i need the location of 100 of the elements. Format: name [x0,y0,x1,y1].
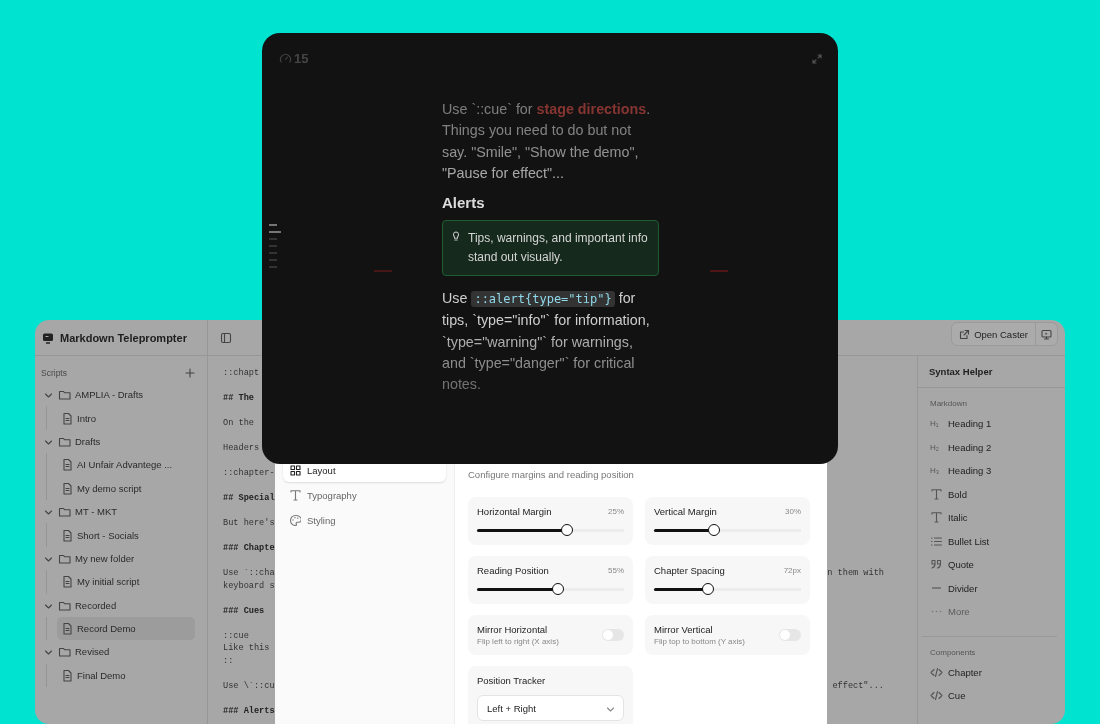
app-title: Markdown Teleprompter [60,331,187,344]
script-item[interactable]: Intro [57,406,195,430]
grid-icon [289,464,301,476]
syntax-item[interactable]: Quote [930,553,1057,577]
code-line: :: [223,654,234,667]
code-line: ### Cues [223,604,265,617]
file-icon [61,622,73,636]
toggle-switch[interactable] [779,629,801,641]
slider-thumb[interactable] [708,524,721,536]
code-line: ::chapter- [223,467,275,480]
folder-item[interactable]: MT - MKT [41,499,199,524]
code-line: ## The [223,392,254,405]
setting-value: 72px [783,566,801,575]
file-icon [61,575,73,589]
section-label: Scripts [41,368,67,378]
dropdown[interactable]: Left + Right [477,695,624,721]
dash-icon [931,587,942,590]
file-icon [61,528,73,542]
setting-label: Reading Position [477,565,549,576]
script-item[interactable]: Record Demo [57,616,195,641]
script-item[interactable]: AI Unfair Advantege ... [57,453,195,477]
code-line: Headers [223,442,260,455]
script-item[interactable]: My initial script [57,570,195,594]
expand-icon[interactable] [812,53,822,64]
section-label: Components [930,646,977,659]
lightbulb-icon [452,231,460,243]
code-line: Use \`::cu [223,679,275,692]
screen-icon [1041,328,1052,340]
file-icon [61,668,73,682]
code-line: Use `::cha [223,567,275,580]
setting-hint: Flip left to right (X axis) [477,637,559,646]
folder-item[interactable]: Recorded [41,593,199,617]
add-icon[interactable] [185,368,195,378]
type-icon [289,489,301,501]
toggle-switch[interactable] [602,629,624,641]
syntax-item[interactable]: Cue [930,684,1049,708]
file-icon [61,458,73,472]
code-line: effect"... [832,679,884,692]
slider-thumb[interactable] [560,524,573,536]
script-item[interactable]: Short - Socials [57,523,195,547]
folder-item[interactable]: My new folder [41,546,199,571]
list-icon [930,534,943,548]
folder-icon [58,388,71,402]
setting-label: Position Tracker [477,675,547,686]
heading-icon: H₃ [930,466,943,476]
alert-text: Tips, warnings, and important info stand out visually. [468,230,649,267]
setting-hint: Flip top to bottom (Y axis) [654,637,745,646]
sidebar-toggle-icon[interactable] [220,331,232,344]
code-icon [930,665,943,679]
syntax-item[interactable]: H₃ Heading 3 [930,459,1057,483]
code-line: On the [223,417,254,430]
slider-thumb[interactable] [551,583,564,595]
palette-icon [289,514,301,526]
heading-icon: H₁ [930,419,943,429]
syntax-item[interactable]: Italic [930,506,1057,530]
settings-tab[interactable]: Styling [283,508,446,532]
setting-label: Chapter Spacing [654,565,725,576]
syntax-item[interactable]: Bullet List [930,529,1057,553]
code-icon [930,689,943,703]
setting-label: Mirror Horizontal [477,624,549,635]
syntax-item[interactable]: Chapter [930,660,1049,684]
settings-tab[interactable]: Typography [283,483,446,507]
script-item[interactable]: Final Demo [57,663,195,688]
reading-line-marker [374,270,392,272]
heading-icon: H₂ [930,442,943,452]
section-subtitle: Configure margins and reading position [468,468,635,482]
panel-title: Syntax Helper [918,356,1065,388]
code-line: ### Chapte [223,542,275,555]
script-item[interactable]: My demo script [57,476,195,500]
code-line: ::chapt [223,367,260,380]
type-icon [930,511,943,525]
gauge-icon [279,52,292,65]
slider-thumb[interactable] [702,583,715,595]
script-paragraph: Use `::cue` for stage directions. Things you need to do but not say. "Smile", "Show the demo", "Pause for effect"... [442,100,652,183]
folder-item[interactable]: Drafts [41,429,199,454]
folder-item[interactable]: AMPLIA - Drafts [41,383,199,407]
section-label: Markdown [930,398,968,410]
folder-icon [58,505,71,519]
external-link-icon [959,328,971,340]
setting-value: 30% [785,507,801,516]
code-line: ## Special [223,492,275,505]
syntax-item[interactable]: Bold [930,482,1057,506]
code-line: Like this [223,642,270,655]
code-line: n them with [827,567,884,580]
syntax-item[interactable]: H₁ Heading 1 [930,412,1057,436]
file-icon [61,481,73,495]
setting-label: Mirror Vertical [654,624,714,635]
monitor-icon [42,331,54,344]
folder-item[interactable]: Revised [41,640,199,664]
setting-label: Horizontal Margin [477,506,552,517]
setting-value: 25% [608,507,624,516]
syntax-item[interactable]: H₂ Heading 2 [930,435,1057,459]
code-line: keyboard s [223,579,275,592]
code-line: ### Alerts [223,704,275,717]
script-heading: Alerts [442,193,486,214]
chapter-markers-drawing [269,224,281,269]
file-icon [61,411,73,425]
syntax-item[interactable]: Divider [930,576,1057,600]
type-icon [930,487,943,501]
code-line: But here's [223,517,275,530]
